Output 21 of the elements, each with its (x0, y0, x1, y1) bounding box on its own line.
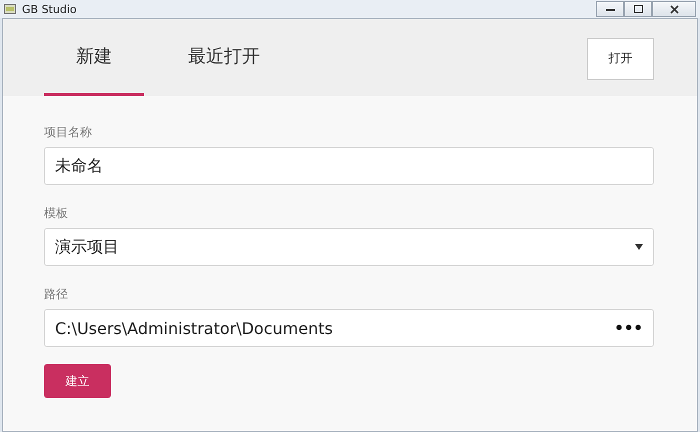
close-icon (670, 4, 678, 14)
window-title: GB Studio (22, 2, 78, 16)
close-button[interactable] (652, 1, 696, 17)
name-field[interactable]: 未命名 (44, 147, 654, 185)
minimize-icon (606, 8, 614, 10)
minimize-button[interactable] (596, 1, 624, 17)
open-button[interactable]: 打开 (587, 38, 654, 80)
tab[interactable]: 新建 (44, 19, 144, 96)
path-value: C:\Users\Administrator\Documents (55, 318, 334, 338)
caret-icon (635, 244, 643, 250)
path-field[interactable]: C:\Users\Administrator\Documents ••• (44, 309, 654, 347)
tab[interactable]: 最近打开 (174, 19, 274, 96)
field-label: 项目名称 (44, 124, 93, 141)
maximize-button[interactable] (624, 1, 652, 17)
browse-button[interactable]: ••• (614, 319, 643, 337)
template-select[interactable]: 演示项目 (44, 228, 654, 266)
maximize-icon (634, 5, 642, 13)
field-label: 路径 (44, 286, 69, 303)
app-icon (4, 4, 16, 14)
field-label: 模板 (44, 205, 69, 222)
create-button[interactable]: 建立 (44, 364, 111, 398)
